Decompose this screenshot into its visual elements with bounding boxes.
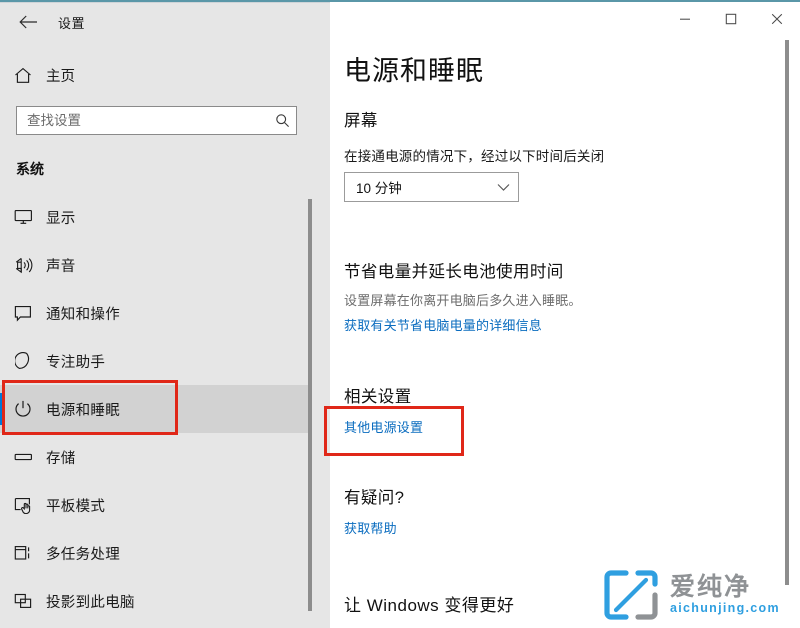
sidebar-group-header: 系统 — [16, 161, 44, 177]
monitor-icon — [0, 209, 46, 225]
sidebar-scrollbar[interactable] — [308, 199, 312, 611]
other-power-settings-link[interactable]: 其他电源设置 — [344, 420, 423, 435]
search-box[interactable] — [16, 106, 297, 135]
sidebar-item-label: 平板模式 — [46, 498, 106, 515]
section-questions: 有疑问? 获取帮助 — [344, 484, 764, 538]
maximize-button[interactable] — [708, 3, 754, 35]
sidebar-item-focus-assist[interactable]: 专注助手 — [0, 337, 312, 385]
main-content: 电源和睡眠 屏幕 在接通电源的情况下，经过以下时间后关闭 10 分钟 节省电量并… — [330, 3, 800, 628]
chevron-down-icon — [488, 183, 518, 192]
window-title: 设置 — [58, 16, 86, 31]
speaker-icon — [0, 257, 46, 274]
sidebar: 设置 主页 系统 — [0, 3, 330, 628]
selection-indicator — [0, 393, 4, 425]
sidebar-item-label: 显示 — [46, 210, 76, 227]
section-title: 屏幕 — [344, 112, 378, 130]
sidebar-titlebar: 设置 — [0, 3, 330, 40]
section-title: 相关设置 — [344, 388, 412, 406]
sidebar-item-label: 存储 — [46, 450, 76, 467]
close-button[interactable] — [754, 3, 800, 35]
home-icon — [0, 67, 46, 84]
screen-timeout-select[interactable]: 10 分钟 — [344, 172, 519, 202]
sidebar-nav: 显示 声音 通知和操作 专注助手 电源和睡眠 存储 平板模式 多任务处理 投影到… — [0, 193, 312, 625]
get-help-link[interactable]: 获取帮助 — [344, 521, 397, 536]
storage-icon — [0, 451, 46, 463]
sidebar-item-multitasking[interactable]: 多任务处理 — [0, 529, 312, 577]
main-scrollbar-thumb[interactable] — [785, 40, 789, 585]
minimize-button[interactable] — [662, 3, 708, 35]
search-input[interactable] — [17, 107, 268, 134]
section-description: 设置屏幕在你离开电脑后多久进入睡眠。 — [344, 293, 582, 308]
tablet-icon — [0, 497, 46, 514]
settings-window: 设置 主页 系统 — [0, 0, 800, 628]
section-related-settings: 相关设置 其他电源设置 — [344, 383, 764, 437]
section-screen: 屏幕 在接通电源的情况下，经过以下时间后关闭 10 分钟 — [344, 107, 764, 202]
sidebar-item-sound[interactable]: 声音 — [0, 241, 312, 289]
sidebar-item-label: 声音 — [46, 258, 76, 275]
search-icon — [268, 113, 296, 128]
sidebar-item-label: 专注助手 — [46, 354, 106, 371]
notification-icon — [0, 305, 46, 322]
multitask-icon — [0, 545, 46, 561]
window-controls — [662, 3, 800, 35]
main-scrollbar[interactable] — [785, 40, 789, 585]
project-icon — [0, 593, 46, 609]
sidebar-item-notifications[interactable]: 通知和操作 — [0, 289, 312, 337]
section-battery-saving: 节省电量并延长电池使用时间 设置屏幕在你离开电脑后多久进入睡眠。 获取有关节省电… — [344, 258, 764, 335]
sidebar-item-label: 通知和操作 — [46, 306, 120, 323]
moon-icon — [0, 352, 46, 370]
sidebar-item-storage[interactable]: 存储 — [0, 433, 312, 481]
select-value: 10 分钟 — [356, 181, 402, 196]
back-button[interactable] — [8, 7, 48, 37]
sidebar-item-label: 投影到此电脑 — [46, 594, 135, 611]
sidebar-item-tablet-mode[interactable]: 平板模式 — [0, 481, 312, 529]
section-title: 有疑问? — [344, 489, 405, 507]
sidebar-item-projecting[interactable]: 投影到此电脑 — [0, 577, 312, 625]
sidebar-item-label: 多任务处理 — [46, 546, 120, 563]
section-description: 在接通电源的情况下，经过以下时间后关闭 — [344, 149, 605, 164]
page-title: 电源和睡眠 — [344, 56, 484, 86]
power-icon — [0, 400, 46, 418]
sidebar-item-power-and-sleep[interactable]: 电源和睡眠 — [0, 385, 312, 433]
battery-info-link[interactable]: 获取有关节省电脑电量的详细信息 — [344, 318, 542, 333]
section-title-make-windows-better: 让 Windows 变得更好 — [344, 596, 515, 615]
sidebar-item-display[interactable]: 显示 — [0, 193, 312, 241]
sidebar-scrollbar-thumb[interactable] — [308, 199, 312, 611]
sidebar-item-label: 电源和睡眠 — [46, 402, 120, 419]
section-title: 节省电量并延长电池使用时间 — [344, 263, 564, 281]
sidebar-home-label: 主页 — [46, 68, 75, 85]
sidebar-item-home[interactable]: 主页 — [0, 59, 312, 91]
